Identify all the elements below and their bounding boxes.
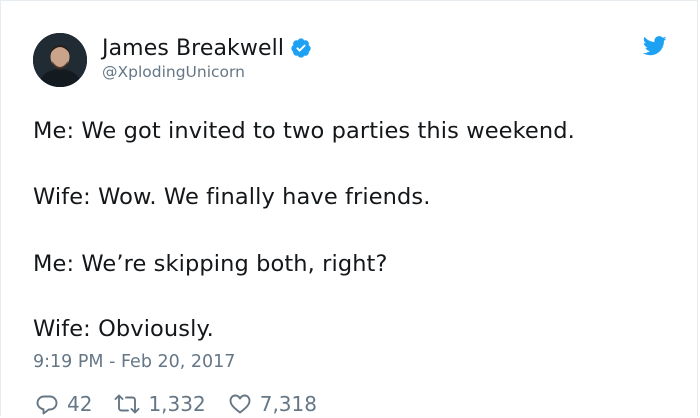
tweet-text-line: Me: We got invited to two parties this w… [33,118,575,144]
reply-count: 42 [67,392,93,416]
tweet-actions: 42 1,332 7,318 [35,390,339,418]
avatar[interactable] [33,33,87,87]
like-count: 7,318 [259,392,317,416]
author-name[interactable]: James Breakwell [102,36,284,61]
tweet-text-line: Wife: Obviously. [33,316,214,342]
tweet-timestamp[interactable]: 9:19 PM - Feb 20, 2017 [33,352,235,372]
tweet-text-line: Me: We’re skipping both, right? [33,251,388,277]
author-handle[interactable]: @XplodingUnicorn [102,63,245,81]
tweet-card: James Breakwell @XplodingUnicorn Me: We … [0,0,698,416]
author-row: James Breakwell [102,32,312,64]
twitter-bird-icon[interactable] [642,36,667,56]
tweet-text-line: Wife: Wow. We finally have friends. [33,184,431,210]
retweet-button[interactable]: 1,332 [114,392,206,416]
avatar-image [33,33,87,87]
verified-badge-icon [290,37,312,59]
heart-icon [228,392,252,416]
reply-button[interactable]: 42 [35,392,92,416]
retweet-count: 1,332 [148,392,206,416]
reply-icon [35,392,59,416]
retweet-icon [114,392,140,416]
like-button[interactable]: 7,318 [228,392,317,416]
